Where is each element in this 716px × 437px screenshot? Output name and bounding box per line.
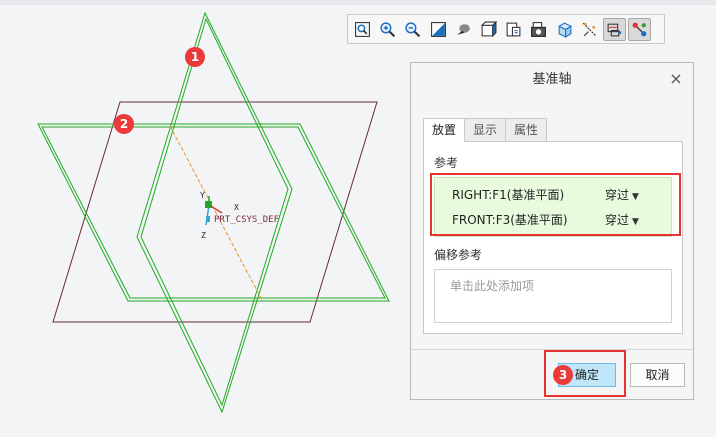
datum-axes-button[interactable] xyxy=(628,17,652,41)
repaint-button[interactable] xyxy=(427,18,450,41)
perspective-button[interactable] xyxy=(553,18,576,41)
view-manager-button[interactable] xyxy=(527,18,550,41)
repaint-icon xyxy=(430,21,446,37)
view-toolbar xyxy=(347,14,665,44)
dialog-tabs: 放置 显示 属性 xyxy=(423,118,548,142)
csys-origin xyxy=(205,201,212,208)
datum-plane-right[interactable] xyxy=(136,11,293,414)
datum-plane-front-inner xyxy=(41,126,386,299)
zoom-in-button[interactable] xyxy=(376,18,399,41)
dialog-title: 基准轴 xyxy=(532,72,572,87)
zoom-out-button[interactable] xyxy=(401,18,424,41)
placement-panel: 参考 RIGHT:F1(基准平面) 穿过 ▼ FRONT:F3(基准平面) 穿过 ▼… xyxy=(423,141,683,334)
display-style-icon xyxy=(456,23,470,35)
tab-properties[interactable]: 属性 xyxy=(505,118,548,141)
datum-display-icon xyxy=(582,22,596,36)
view-manager-icon xyxy=(531,21,547,37)
step-badge-1: 1 xyxy=(185,47,205,67)
csys-y-label: Y xyxy=(200,191,205,200)
datum-axis-preview xyxy=(169,125,263,301)
datum-display-button[interactable] xyxy=(578,18,601,41)
zoom-fit-button[interactable] xyxy=(351,18,374,41)
view-orientation-button[interactable] xyxy=(477,18,500,41)
datum-planes-icon xyxy=(607,23,622,36)
view-orientation-icon xyxy=(480,20,497,37)
tab-placement[interactable]: 放置 xyxy=(423,118,466,142)
zoom-out-icon xyxy=(405,21,421,37)
references-label: 参考 xyxy=(434,156,459,170)
datum-planes-button[interactable] xyxy=(602,17,626,41)
datum-plane-right-inner xyxy=(140,17,289,407)
offset-references-collector[interactable]: 单击此处添加项 xyxy=(434,269,672,323)
saved-views-button[interactable] xyxy=(502,18,525,41)
step-badge-2: 2 xyxy=(114,114,134,134)
display-style-button[interactable] xyxy=(452,18,475,41)
csys-name-label: PRT_CSYS_DEF xyxy=(214,215,279,225)
references-highlight-frame xyxy=(430,173,681,236)
cancel-button[interactable]: 取消 xyxy=(630,363,685,387)
datum-axes-icon xyxy=(632,22,647,36)
offset-references-label: 偏移参考 xyxy=(434,248,483,262)
datum-plane-front[interactable] xyxy=(37,123,390,302)
perspective-icon xyxy=(557,22,572,38)
csys-x-label: X xyxy=(234,203,239,212)
csys-z-marker xyxy=(206,216,210,222)
zoom-fit-icon xyxy=(355,21,370,37)
offset-placeholder: 单击此处添加项 xyxy=(450,279,535,293)
tab-display[interactable]: 显示 xyxy=(464,118,507,141)
saved-views-icon xyxy=(506,22,521,36)
zoom-in-icon xyxy=(380,21,396,37)
csys-z-label: Z xyxy=(201,231,206,240)
step-badge-3: 3 xyxy=(553,365,573,385)
close-icon[interactable]: × xyxy=(668,71,684,87)
